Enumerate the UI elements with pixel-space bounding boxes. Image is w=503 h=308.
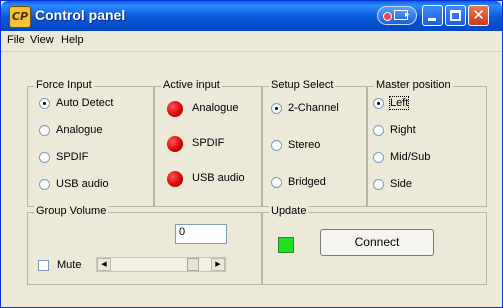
arrow-right-icon: ▸ [405,10,410,20]
radio-side[interactable]: Side [373,178,412,190]
radio-indicator[interactable] [271,139,282,151]
tray-toggle-button[interactable]: ▸ [377,6,417,25]
active-usb-audio-label: USB audio [192,172,245,184]
maximize-button[interactable] [445,5,466,26]
control-panel-window: CP Control panel ▸ ✕ File View Help Forc… [0,0,503,308]
master-position-label: Master position [374,79,453,91]
radio-auto-detect[interactable]: Auto Detect [39,97,113,109]
window-title: Control panel [35,7,126,23]
analogue-led-indicator [167,101,183,117]
radio-indicator[interactable] [39,151,50,163]
minimize-button[interactable] [422,5,443,26]
radio-label: Stereo [288,139,321,151]
maximize-icon [450,10,461,21]
radio-usb-audio[interactable]: USB audio [39,178,109,190]
radio-label: Left [388,96,410,110]
radio-spdif[interactable]: SPDIF [39,151,88,163]
menu-bar: File View Help [1,31,502,52]
radio-label: Side [390,178,413,190]
radio-indicator[interactable] [373,151,384,163]
active-analogue-label: Analogue [192,102,239,114]
group-volume-group: Group Volume [27,205,262,285]
radio-indicator[interactable] [373,124,384,136]
radio-label: Right [390,124,416,136]
connect-button[interactable]: Connect [320,229,434,256]
radio-left[interactable]: Left [373,96,410,110]
force-input-label: Force Input [34,79,94,91]
setup-select-label: Setup Select [269,79,336,91]
menu-file[interactable]: File [7,34,25,46]
radio-stereo[interactable]: Stereo [271,139,320,151]
radio-label: 2-Channel [288,102,339,114]
radio-right[interactable]: Right [373,124,416,136]
volume-value-input[interactable]: 0 [175,224,227,244]
app-icon: CP [9,6,31,28]
mute-checkbox[interactable] [38,260,49,271]
radio-2-channel[interactable]: 2-Channel [271,102,339,114]
active-input-label: Active input [161,79,222,91]
radio-label: Bridged [288,176,326,188]
radio-indicator[interactable] [271,176,282,188]
group-volume-label: Group Volume [34,205,109,217]
radio-indicator[interactable] [271,102,282,114]
close-icon: ✕ [472,6,485,24]
radio-mid-sub[interactable]: Mid/Sub [373,151,430,163]
connection-status-indicator [278,237,294,253]
title-bar[interactable]: CP Control panel ▸ ✕ [1,1,502,31]
spdif-led-indicator [167,136,183,152]
radio-indicator[interactable] [39,124,50,136]
active-spdif-label: SPDIF [192,137,225,149]
radio-indicator[interactable] [39,178,50,190]
menu-view[interactable]: View [30,34,54,46]
scroll-right-icon[interactable]: ▶ [211,258,225,271]
radio-label: SPDIF [56,151,89,163]
radio-label: Mid/Sub [390,151,431,163]
scroll-left-icon[interactable]: ◀ [97,258,111,271]
radio-analogue[interactable]: Analogue [39,124,103,136]
radio-indicator[interactable] [39,97,50,109]
volume-slider-thumb[interactable] [187,258,199,271]
radio-indicator[interactable] [373,178,384,190]
mute-label: Mute [57,259,82,271]
radio-bridged[interactable]: Bridged [271,176,326,188]
close-button[interactable]: ✕ [468,5,489,26]
radio-label: Analogue [56,124,103,136]
menu-help[interactable]: Help [61,34,84,46]
volume-slider[interactable]: ◀ ▶ [96,257,226,272]
record-dot-icon [383,12,392,21]
update-label: Update [269,205,309,217]
radio-indicator[interactable] [373,97,384,109]
usb-audio-led-indicator [167,171,183,187]
radio-label: USB audio [56,178,109,190]
radio-label: Auto Detect [56,97,114,109]
minimize-icon [428,18,436,21]
